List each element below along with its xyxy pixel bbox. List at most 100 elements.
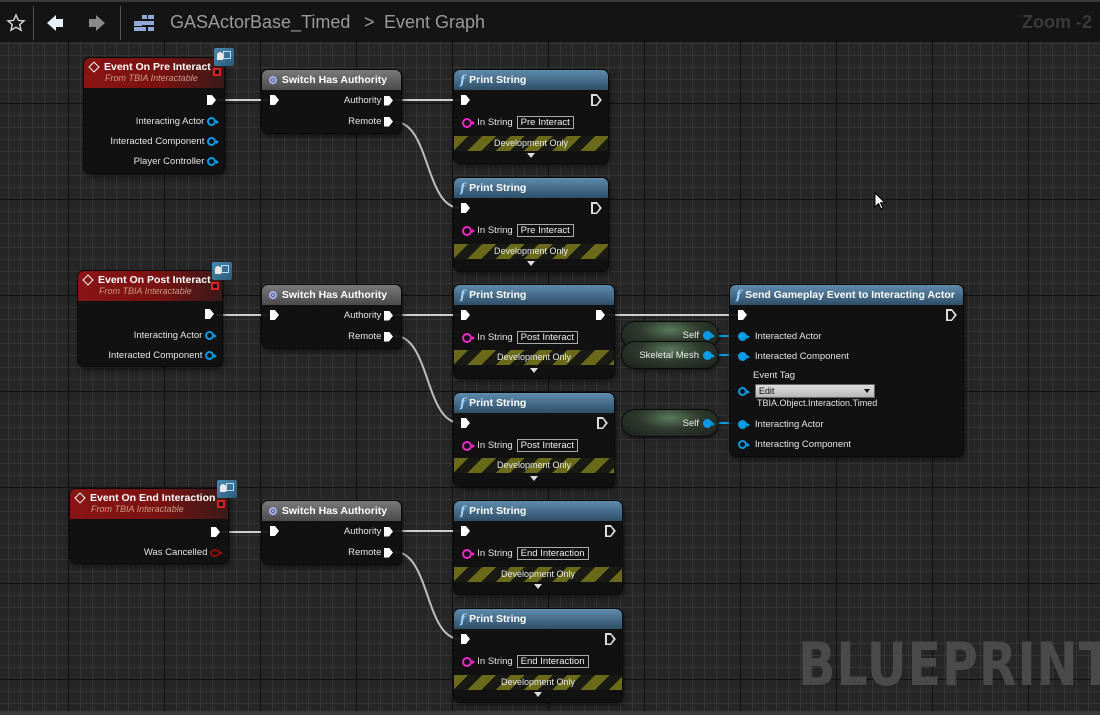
switch-node-header: ⚙ Switch Has Authority (262, 501, 401, 521)
exec-out-pin[interactable] (591, 94, 602, 106)
exec-out-pin[interactable] (384, 310, 393, 321)
breadcrumb-graph[interactable]: Event Graph (384, 12, 485, 33)
exec-out-pin[interactable] (946, 309, 957, 321)
in-string-field[interactable]: Post Interact (516, 331, 579, 344)
toolbar-divider (120, 6, 121, 40)
event-node-header: Event On End Interaction From TBIA Inter… (70, 489, 228, 519)
expand-arrow-icon[interactable] (534, 692, 542, 697)
forward-button[interactable] (84, 8, 110, 38)
in-string-field[interactable]: Pre Interact (516, 224, 574, 237)
breadcrumb-blueprint[interactable]: GASActorBase_Timed (170, 12, 350, 33)
print-string-node[interactable]: f Print String In String Pre Interact Deve… (454, 70, 608, 163)
in-string-field[interactable]: Post Interact (516, 439, 579, 452)
string-in-pin[interactable] (462, 656, 475, 667)
exec-out-pin[interactable] (384, 526, 393, 537)
object-out-pin[interactable] (207, 117, 219, 126)
expand-arrow-icon[interactable] (530, 476, 538, 481)
function-icon: f (460, 396, 466, 410)
pin-label: In String (477, 548, 513, 559)
event-delegate-pin[interactable] (211, 282, 219, 290)
expand-arrow-icon[interactable] (527, 153, 535, 158)
bool-out-pin[interactable] (210, 548, 223, 557)
object-out-pin[interactable] (205, 331, 217, 340)
object-in-pin[interactable] (738, 352, 750, 361)
pin-label: Remote (348, 547, 382, 558)
function-icon: f (460, 288, 466, 302)
exec-in-pin[interactable] (738, 310, 747, 320)
string-in-pin[interactable] (462, 548, 475, 559)
print-string-node[interactable]: f Print String In String End Interaction D… (454, 609, 622, 702)
print-string-node[interactable]: f Print String In String End Interaction D… (454, 501, 622, 594)
event-tag-dropdown[interactable]: Edit (754, 384, 875, 398)
object-out-pin[interactable] (205, 351, 217, 360)
exec-out-pin[interactable] (211, 527, 220, 537)
function-title: Print String (469, 505, 527, 517)
expand-arrow-icon[interactable] (530, 368, 538, 373)
object-out-pin[interactable] (207, 137, 219, 146)
event-node-pre-interact[interactable]: Event On Pre Interact From TBIA Interact… (84, 58, 224, 173)
pin-label: Authority (343, 526, 382, 537)
function-icon: f (736, 288, 742, 302)
print-string-node[interactable]: f Print String In String Pre Interact Deve… (454, 178, 608, 271)
exec-out-pin[interactable] (384, 547, 393, 558)
function-icon: f (460, 612, 466, 626)
object-in-pin[interactable] (738, 420, 750, 429)
exec-in-pin[interactable] (461, 526, 470, 536)
pin-label: In String (477, 332, 513, 343)
exec-out-pin[interactable] (605, 525, 616, 537)
object-in-pin[interactable] (738, 440, 750, 449)
object-in-pin[interactable] (738, 332, 750, 341)
exec-out-pin[interactable] (384, 331, 393, 342)
exec-in-pin[interactable] (461, 418, 470, 428)
exec-in-pin[interactable] (461, 95, 470, 105)
exec-in-pin[interactable] (270, 526, 279, 536)
in-string-field[interactable]: End Interaction (516, 547, 589, 560)
string-in-pin[interactable] (462, 117, 475, 128)
string-in-pin[interactable] (462, 332, 475, 343)
switch-has-authority-node[interactable]: ⚙ Switch Has Authority Authority Remote (262, 501, 401, 564)
exec-in-pin[interactable] (461, 203, 470, 213)
exec-out-pin[interactable] (205, 309, 214, 319)
exec-out-pin[interactable] (384, 95, 393, 106)
exec-in-pin[interactable] (270, 95, 279, 105)
string-in-pin[interactable] (462, 225, 475, 236)
exec-out-pin[interactable] (207, 95, 216, 105)
exec-out-pin[interactable] (384, 116, 393, 127)
expand-arrow-icon[interactable] (527, 261, 535, 266)
pin-label: In String (477, 440, 513, 451)
object-out-pin[interactable] (703, 418, 715, 428)
expand-arrow-icon[interactable] (534, 584, 542, 589)
self-reference-node[interactable]: Self (622, 410, 718, 436)
pin-label: Interacted Actor (754, 331, 822, 342)
blueprint-graph-button[interactable] (130, 8, 158, 38)
switch-has-authority-node[interactable]: ⚙ Switch Has Authority Authority Remote (262, 70, 401, 133)
print-string-node[interactable]: f Print String In String Post Interact Dev… (454, 285, 614, 378)
exec-in-pin[interactable] (461, 634, 470, 644)
exec-in-pin[interactable] (270, 310, 279, 320)
event-delegate-pin[interactable] (213, 68, 221, 76)
object-out-pin[interactable] (207, 157, 219, 166)
exec-out-pin[interactable] (605, 633, 616, 645)
switch-has-authority-node[interactable]: ⚙ Switch Has Authority Authority Remote (262, 285, 401, 348)
struct-in-pin[interactable] (738, 386, 750, 396)
event-delegate-pin[interactable] (217, 500, 225, 508)
exec-out-pin[interactable] (597, 417, 608, 429)
favorite-button[interactable] (4, 8, 28, 38)
skeletal-mesh-variable-node[interactable]: Skeletal Mesh (622, 342, 718, 368)
back-button[interactable] (42, 8, 68, 38)
in-string-field[interactable]: Pre Interact (516, 116, 574, 129)
string-in-pin[interactable] (462, 440, 475, 451)
exec-in-pin[interactable] (461, 310, 470, 320)
event-node-post-interact[interactable]: Event On Post Interact From TBIA Interac… (78, 271, 222, 366)
print-string-node[interactable]: f Print String In String Post Interact Dev… (454, 393, 614, 486)
send-gameplay-event-node[interactable]: f Send Gameplay Event to Interacting Acto… (730, 285, 963, 456)
mouse-cursor-icon (874, 192, 887, 210)
in-string-field[interactable]: End Interaction (516, 655, 589, 668)
object-out-pin[interactable] (703, 350, 715, 360)
object-out-pin[interactable] (703, 330, 715, 340)
graph-bottom-border (0, 711, 1100, 715)
event-node-end-interaction[interactable]: Event On End Interaction From TBIA Inter… (70, 489, 228, 563)
function-node-header: f Print String (454, 178, 608, 198)
exec-out-pin[interactable] (596, 310, 605, 320)
exec-out-pin[interactable] (591, 202, 602, 214)
